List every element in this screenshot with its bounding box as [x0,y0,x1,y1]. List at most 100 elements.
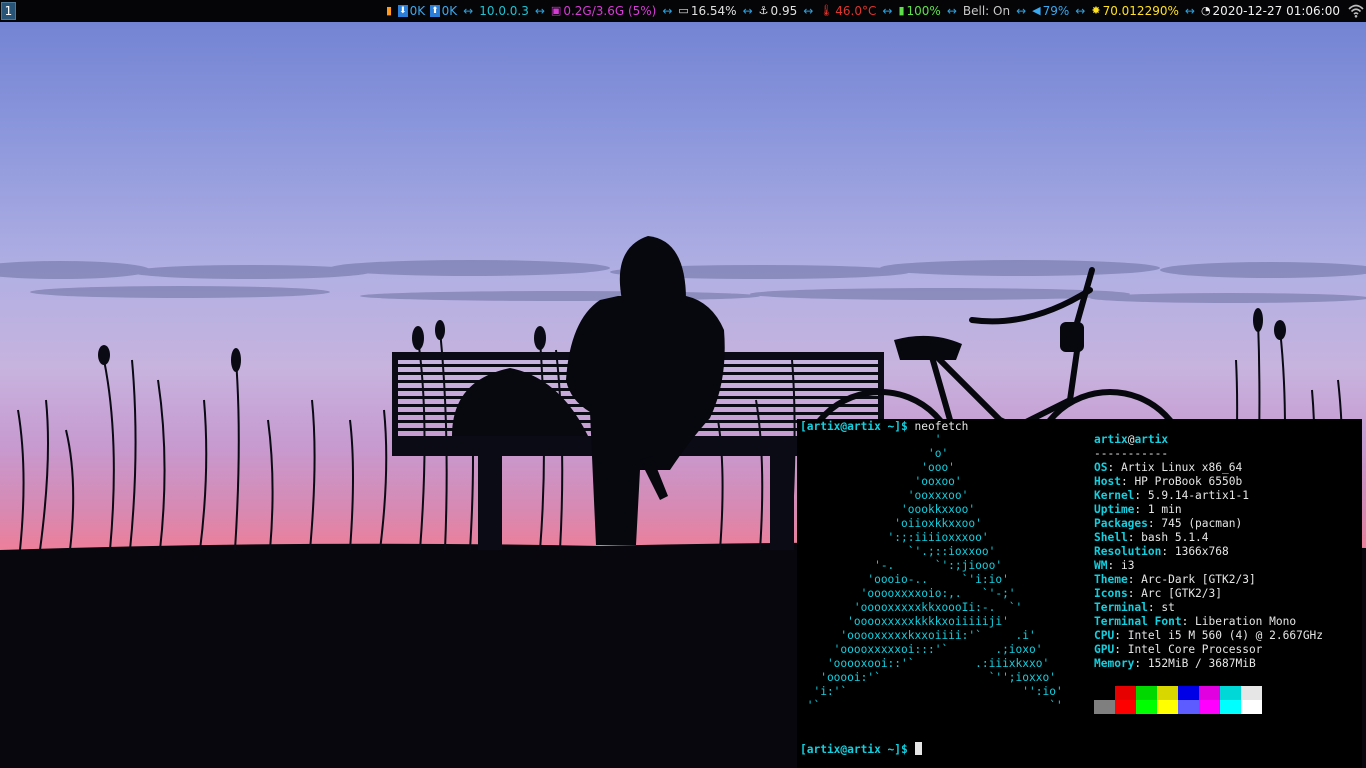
laptop-icon: ▭ [678,4,689,17]
info-value: 5.9.14-artix1-1 [1147,489,1249,502]
info-key: Terminal [1094,601,1148,614]
status-brightness[interactable]: ✸ 70.012290% [1091,0,1179,22]
info-row-memory: Memory: 152MiB / 3687MiB [1094,657,1323,671]
terminal-input-line[interactable]: [artix@artix ~]$ [800,742,922,756]
info-key: GPU [1094,643,1115,656]
palette-swatch [1220,686,1241,700]
info-colon: : [1120,475,1135,488]
info-value: 1 min [1147,503,1182,516]
info-colon: : [1127,531,1142,544]
status-separator: ↔ [1016,4,1027,18]
info-colon: : [1127,587,1142,600]
battery-icon: ▮ [898,4,905,17]
terminal-cursor [914,742,922,755]
info-colon: : [1134,657,1148,670]
info-row-kernel: Kernel: 5.9.14-artix1-1 [1094,489,1323,503]
info-value: Intel i5 M 560 (4) @ 2.667GHz [1127,629,1324,642]
terminal-prompt-2: [artix@artix ~]$ [800,743,908,756]
info-key: Icons [1094,587,1128,600]
info-colon: : [1107,559,1121,572]
info-row-shell: Shell: bash 5.1.4 [1094,531,1323,545]
status-upload[interactable]: ⬆ 0K [430,0,457,22]
status-separator: ↔ [803,4,814,18]
status-battery[interactable]: ▮ 100% [898,0,940,22]
status-cpu-text: 16.54% [690,4,737,18]
status-disk[interactable]: ▣ 0.2G/3.6G (5%) [551,0,656,22]
download-arrow-icon: ⬇ [398,5,408,17]
status-clock-text: 2020-12-27 01:06:00 [1212,4,1340,18]
info-key: Packages [1094,517,1148,530]
status-ip-address-text: 10.0.0.3 [479,4,529,18]
palette-swatch [1136,686,1157,700]
workspace-button[interactable]: 1 [1,2,16,20]
status-separator: ↔ [1075,4,1086,18]
info-key: Theme [1094,573,1128,586]
palette-swatch [1178,686,1199,700]
info-user: artix [1094,433,1128,446]
info-host: artix [1134,433,1169,446]
info-row-wm: WM: i3 [1094,559,1323,573]
status-ip-address[interactable]: 10.0.0.3 [479,0,529,22]
status-load[interactable]: ⚓ 0.95 [759,0,798,22]
info-row-packages: Packages: 745 (pacman) [1094,517,1323,531]
status-separator: ↔ [662,4,673,18]
info-colon: : [1134,503,1148,516]
info-key: Kernel [1094,489,1135,502]
signal-bars-icon: ▮ [385,4,393,17]
info-key: Shell [1094,531,1128,544]
info-key: Terminal Font [1094,615,1182,628]
status-separator: ↔ [1184,4,1195,18]
status-download[interactable]: ⬇ 0K [398,0,425,22]
status-volume-text: 79% [1042,4,1070,18]
palette-swatch [1094,700,1115,714]
status-temperature[interactable]: 🌡︎ 46.0°C [819,0,876,22]
thermometer-icon: 🌡︎ [819,4,834,17]
info-colon: : [1114,643,1128,656]
status-separator: ↔ [534,4,545,18]
terminal-window[interactable]: [artix@artix ~]$ neofetch ' 'o' 'ooo' 'o… [797,419,1362,768]
status-network-activity[interactable]: ▮ [386,0,394,22]
status-bell[interactable]: Bell: On [963,0,1010,22]
status-separator: ↔ [946,4,957,18]
info-value: Intel Core Processor [1127,643,1263,656]
status-clock[interactable]: ◔ 2020-12-27 01:06:00 [1201,0,1340,22]
info-colon: : [1147,517,1162,530]
palette-swatch [1241,700,1262,714]
info-value: HP ProBook 6550b [1134,475,1243,488]
speaker-icon: ◀ [1032,4,1041,17]
clock-icon: ◔ [1200,4,1211,17]
info-row-terminal: Terminal: st [1094,601,1323,615]
sun-icon: ✸ [1091,4,1101,17]
status-bar: 1 ▮ ⬇ 0K ⬆ 0K ↔ 10.0.0.3 ↔ ▣ 0.2G/3.6G (5%) ↔ ▭ 16.5… [0,0,1366,22]
info-value: Arc [GTK2/3] [1141,587,1222,600]
info-row-gpu: GPU: Intel Core Processor [1094,643,1323,657]
terminal-command: neofetch [907,420,969,433]
info-colon: : [1127,573,1142,586]
info-value: i3 [1120,559,1135,572]
info-row-icons: Icons: Arc [GTK2/3] [1094,587,1323,601]
palette-swatch [1178,700,1199,714]
info-key: CPU [1094,629,1115,642]
info-key: Uptime [1094,503,1135,516]
status-disk-text: 0.2G/3.6G (5%) [563,4,657,18]
color-palette [1094,686,1262,714]
palette-swatch [1094,686,1115,700]
status-upload-text: 0K [441,4,458,18]
info-colon: : [1181,615,1196,628]
status-separator: ↔ [882,4,893,18]
info-row-uptime: Uptime: 1 min [1094,503,1323,517]
status-volume[interactable]: ◀ 79% [1032,0,1069,22]
status-brightness-text: 70.012290% [1102,4,1179,18]
system-info: artix@artix ----------- OS: Artix Linux … [1094,433,1323,671]
status-download-text: 0K [409,4,426,18]
wifi-icon[interactable] [1348,4,1364,18]
info-value: Artix Linux x86_64 [1120,461,1243,474]
info-value: 152MiB / 3687MiB [1147,657,1256,670]
info-colon: : [1134,489,1148,502]
info-key: Memory [1094,657,1135,670]
info-value: 1366x768 [1174,545,1229,558]
palette-swatch [1220,700,1241,714]
status-cpu[interactable]: ▭ 16.54% [678,0,736,22]
info-rows: OS: Artix Linux x86_64 Host: HP ProBook 6… [1094,461,1323,671]
floppy-disk-icon: ▣ [550,4,562,17]
